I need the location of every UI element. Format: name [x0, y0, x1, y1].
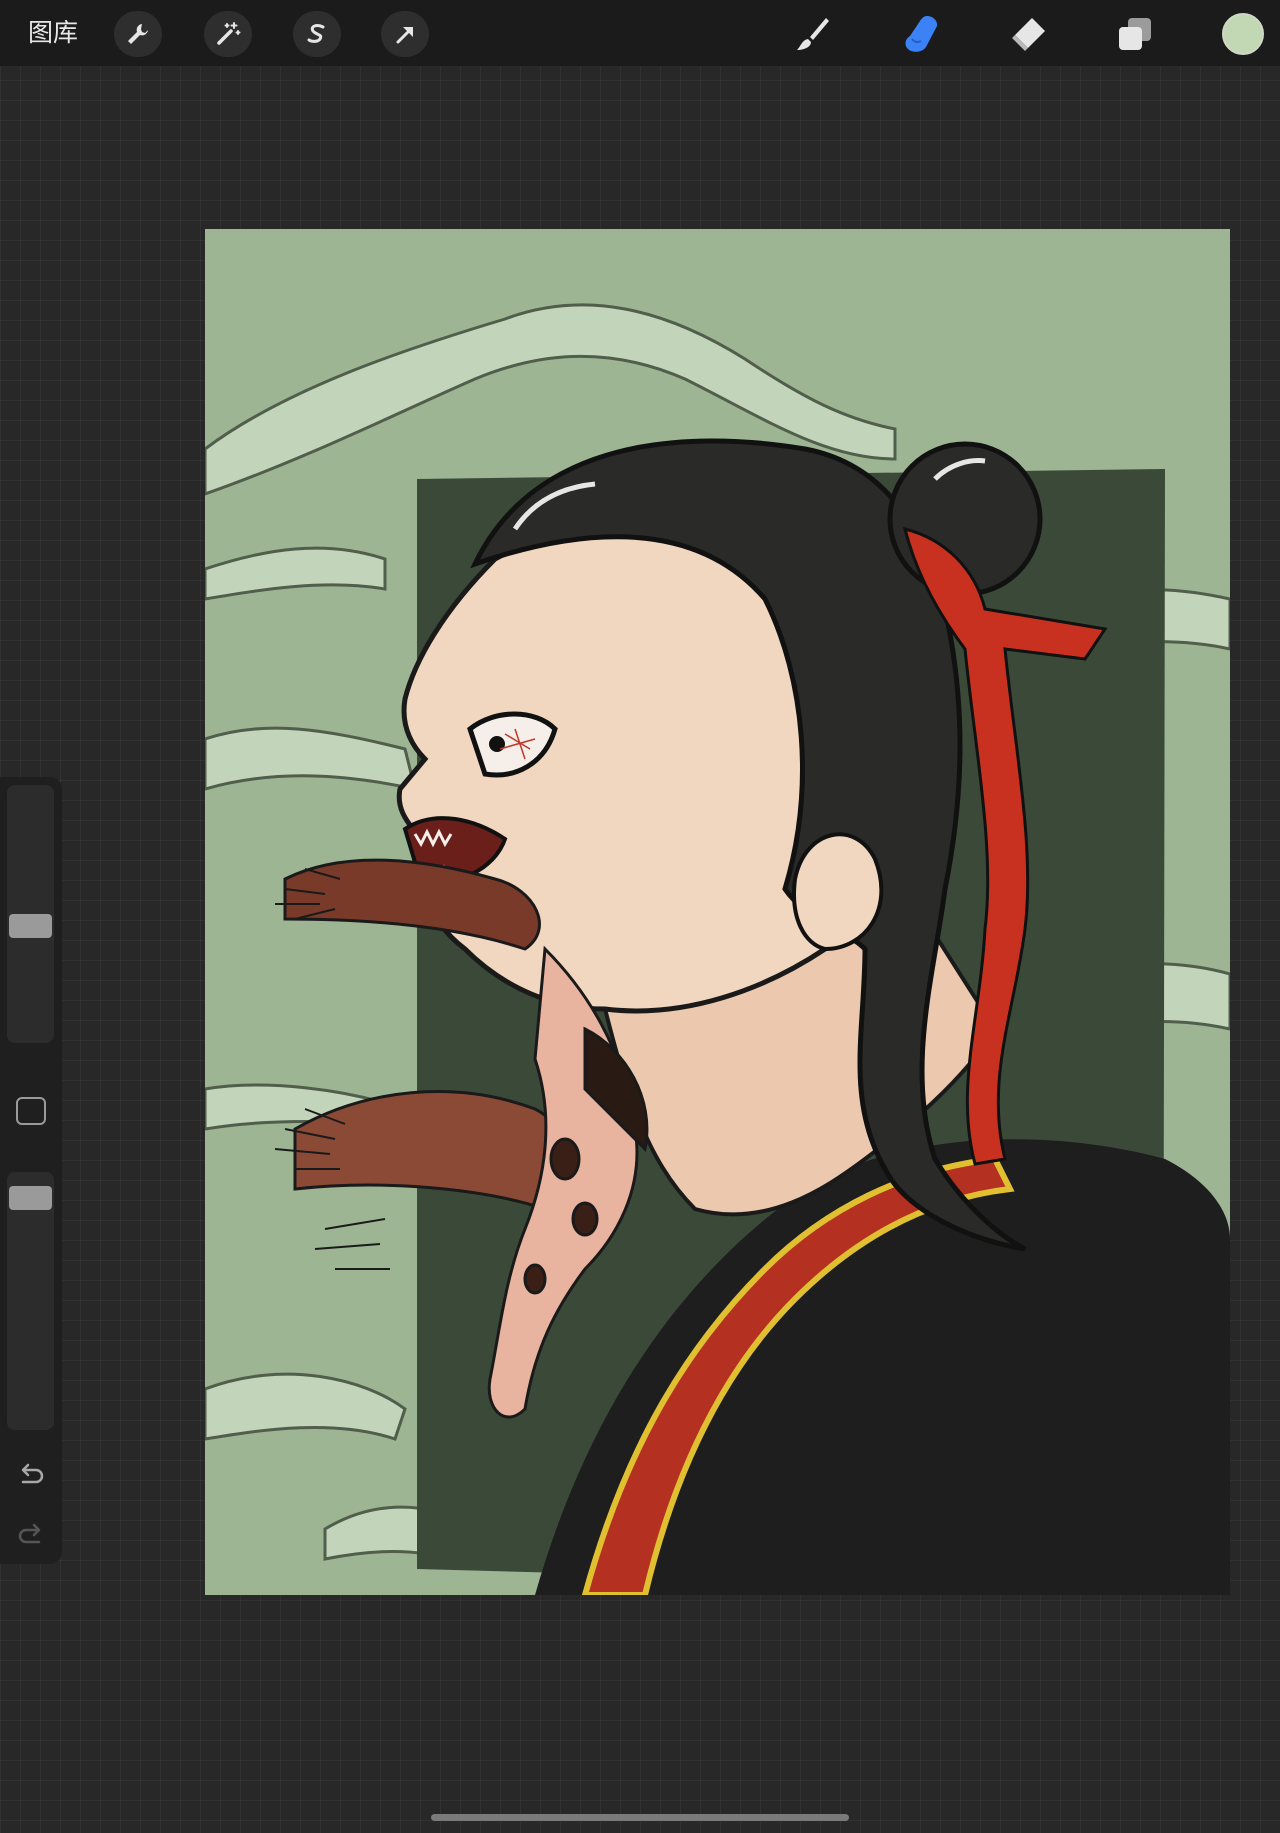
opacity-thumb[interactable]: [9, 1185, 52, 1210]
undo-icon: [21, 1463, 44, 1484]
layers-icon: [1119, 18, 1151, 50]
opacity-slider[interactable]: [7, 1172, 54, 1430]
transform-button[interactable]: [381, 11, 429, 57]
actions-wrench-button[interactable]: [114, 11, 162, 57]
modify-button[interactable]: [16, 1097, 46, 1125]
wrench-icon: [128, 24, 148, 44]
gallery-button[interactable]: 图库: [28, 15, 78, 51]
eraser-tool[interactable]: [1003, 10, 1053, 58]
procreate-workspace: 图库: [0, 0, 1280, 1833]
current-color-swatch[interactable]: [1222, 13, 1264, 55]
redo-icon: [18, 1523, 41, 1544]
top-toolbar: 图库: [0, 0, 1280, 66]
layers-tool[interactable]: [1110, 10, 1160, 58]
redo-button[interactable]: [15, 1521, 47, 1551]
magic-wand-icon: [217, 22, 241, 45]
adjustments-button[interactable]: [204, 11, 252, 57]
brush-size-thumb[interactable]: [9, 913, 52, 938]
left-sidebar: [0, 777, 62, 1564]
brush-icon: [797, 18, 829, 50]
drawing-canvas[interactable]: [203, 229, 1232, 1598]
ear: [792, 832, 884, 952]
eraser-icon: [1012, 18, 1045, 51]
home-indicator[interactable]: [431, 1814, 849, 1821]
tendril-strands: [274, 868, 390, 1270]
smudge-finger-icon: [905, 16, 938, 52]
brush-tool[interactable]: [788, 10, 838, 58]
undo-button[interactable]: [15, 1461, 47, 1491]
transform-arrow-icon: [396, 27, 413, 44]
brush-size-slider[interactable]: [7, 785, 54, 1043]
artwork-illustration: [203, 303, 1232, 1598]
selection-button[interactable]: [293, 11, 341, 57]
selection-s-icon: [307, 24, 325, 43]
smudge-tool[interactable]: [896, 10, 946, 58]
